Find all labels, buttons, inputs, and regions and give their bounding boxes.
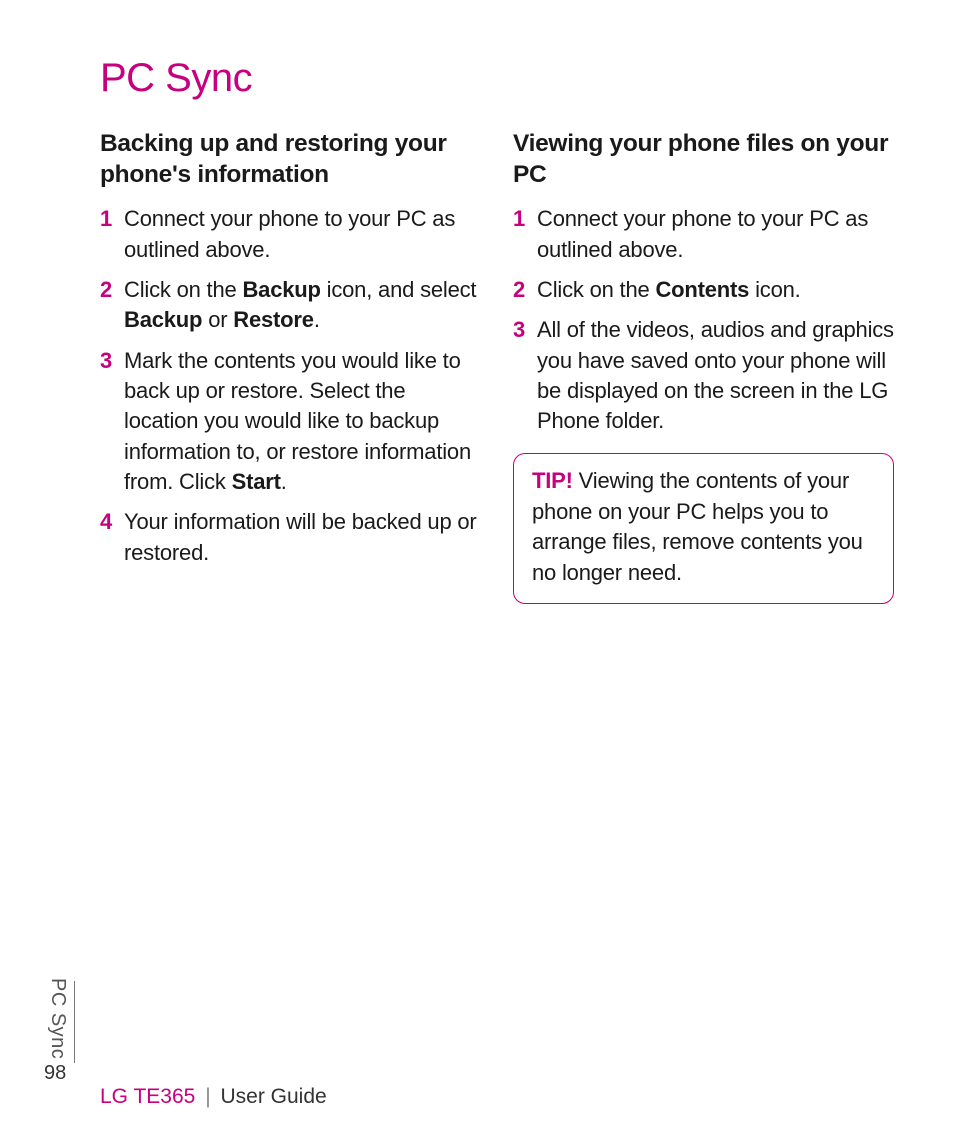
step-text: Your information will be backed up or re… — [124, 507, 481, 568]
page-container: PC Sync Backing up and restoring your ph… — [0, 0, 954, 1145]
step-number: 2 — [100, 275, 124, 336]
list-item: 4 Your information will be backed up or … — [100, 507, 481, 568]
content-columns: Backing up and restoring your phone's in… — [100, 129, 894, 604]
section-heading-viewing: Viewing your phone files on your PC — [513, 129, 894, 190]
footer: LG TE365 | User Guide — [100, 1085, 327, 1109]
list-item: 2 Click on the Contents icon. — [513, 275, 894, 305]
footer-model: LG TE365 — [100, 1085, 195, 1108]
step-text: All of the videos, audios and graphics y… — [537, 315, 894, 436]
left-column: Backing up and restoring your phone's in… — [100, 129, 481, 604]
step-number: 1 — [513, 204, 537, 265]
list-item: 3 Mark the contents you would like to ba… — [100, 346, 481, 498]
step-number: 2 — [513, 275, 537, 305]
page-title: PC Sync — [100, 56, 894, 101]
right-column: Viewing your phone files on your PC 1 Co… — [513, 129, 894, 604]
footer-guide: User Guide — [221, 1085, 327, 1108]
step-number: 3 — [513, 315, 537, 436]
list-item: 3 All of the videos, audios and graphics… — [513, 315, 894, 436]
step-number: 3 — [100, 346, 124, 498]
step-text: Connect your phone to your PC as outline… — [124, 204, 481, 265]
tip-box: TIP! Viewing the contents of your phone … — [513, 453, 894, 604]
side-tab-label: PC Sync — [46, 978, 69, 1059]
section-heading-backup: Backing up and restoring your phone's in… — [100, 129, 481, 190]
footer-separator: | — [205, 1085, 210, 1108]
step-text: Mark the contents you would like to back… — [124, 346, 481, 498]
step-text: Click on the Backup icon, and select Bac… — [124, 275, 481, 336]
list-item: 1 Connect your phone to your PC as outli… — [100, 204, 481, 265]
side-divider — [74, 981, 75, 1063]
step-number: 1 — [100, 204, 124, 265]
step-text: Connect your phone to your PC as outline… — [537, 204, 894, 265]
tip-text: Viewing the contents of your phone on yo… — [532, 468, 863, 585]
step-text: Click on the Contents icon. — [537, 275, 894, 305]
tip-label: TIP! — [532, 468, 573, 493]
list-item: 1 Connect your phone to your PC as outli… — [513, 204, 894, 265]
page-number: 98 — [44, 1062, 66, 1085]
list-item: 2 Click on the Backup icon, and select B… — [100, 275, 481, 336]
step-number: 4 — [100, 507, 124, 568]
